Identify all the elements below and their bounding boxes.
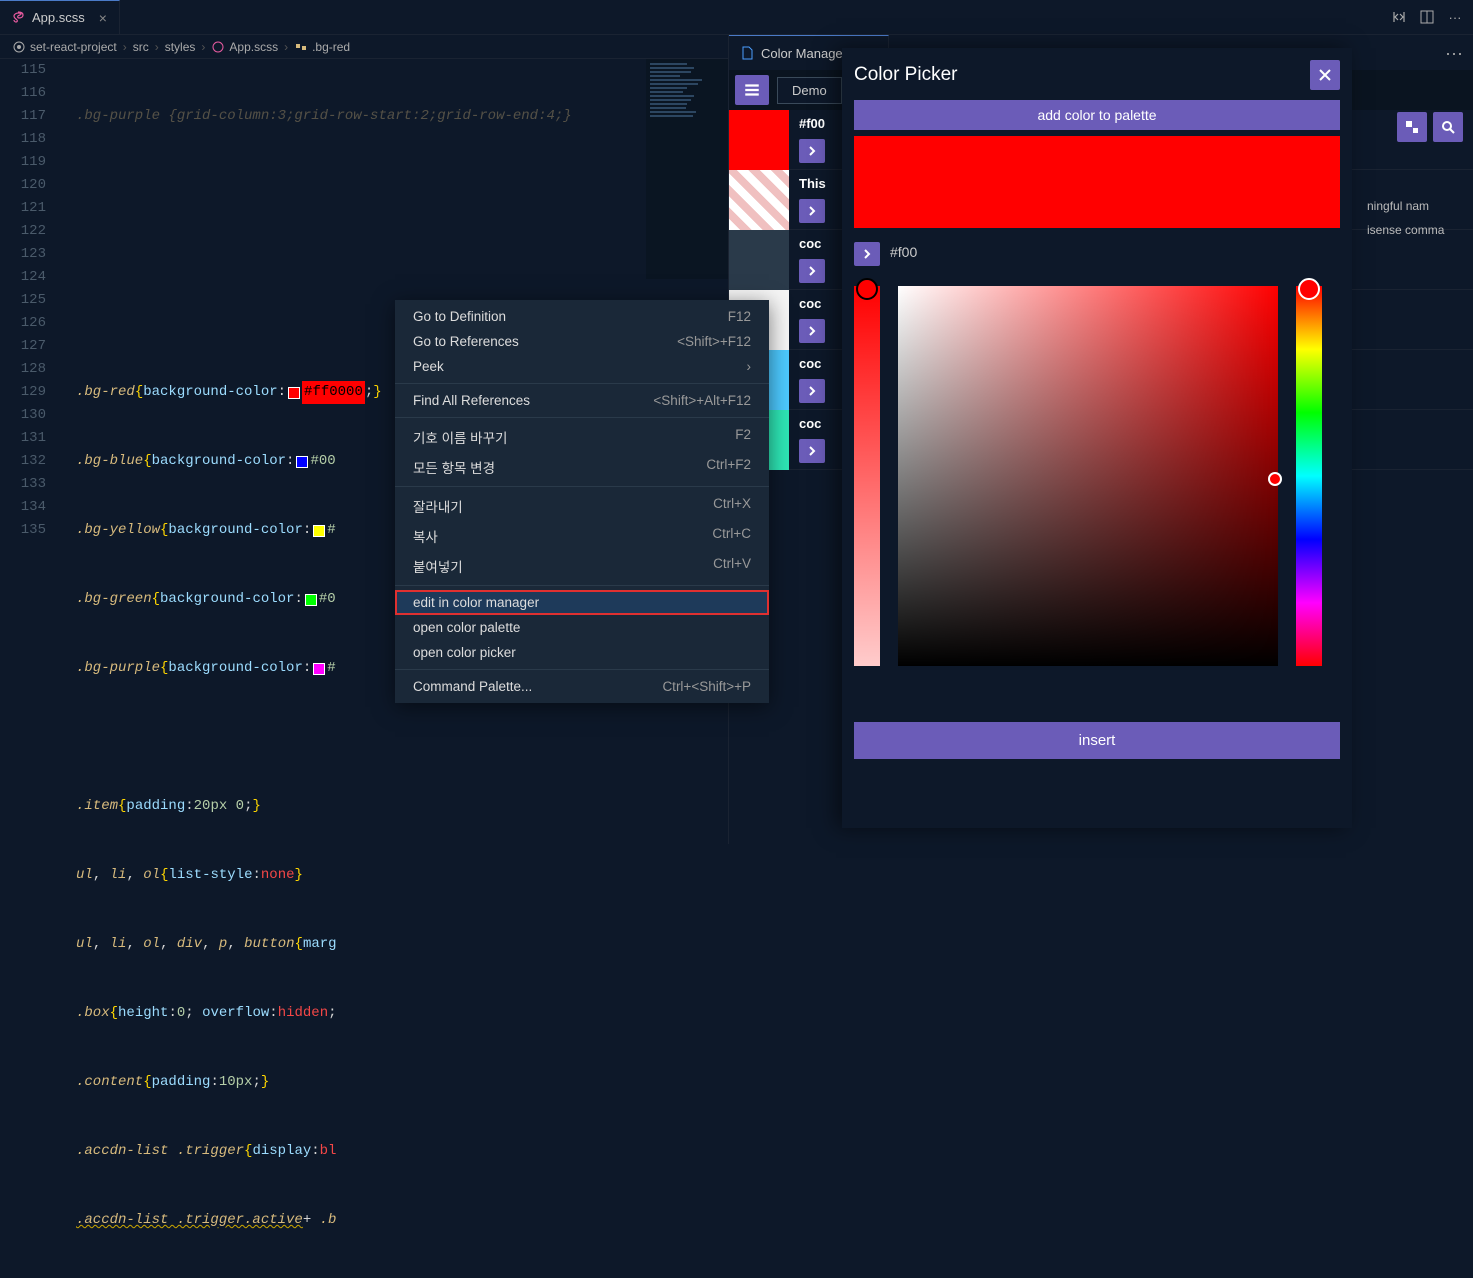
- symbol-icon: [294, 40, 308, 54]
- chevron-right-icon[interactable]: [799, 439, 825, 463]
- menu-copy[interactable]: 복사Ctrl+C: [395, 521, 769, 551]
- add-color-to-palette-button[interactable]: add color to palette: [854, 100, 1340, 130]
- tab-label: App.scss: [32, 10, 85, 25]
- breadcrumb-item[interactable]: .bg-red: [312, 40, 350, 54]
- saturation-value-picker[interactable]: [898, 286, 1278, 666]
- palette-swatch: [729, 170, 789, 230]
- chevron-right-icon: ›: [284, 40, 288, 54]
- close-icon[interactable]: ×: [99, 10, 107, 26]
- menu-go-to-definition[interactable]: Go to DefinitionF12: [395, 304, 769, 329]
- breadcrumb-item[interactable]: App.scss: [229, 40, 278, 54]
- alpha-slider[interactable]: [854, 286, 880, 666]
- code-line: .bg-purple {grid-column:3;grid-row-start…: [56, 105, 572, 128]
- menu-icon[interactable]: [735, 75, 769, 105]
- hex-value: #f00: [890, 244, 917, 260]
- chevron-right-icon: ›: [747, 359, 752, 374]
- menu-go-to-references[interactable]: Go to References<Shift>+F12: [395, 329, 769, 354]
- breadcrumb-root[interactable]: set-react-project: [30, 40, 117, 54]
- editor-tabs: App.scss × ···: [0, 0, 1473, 35]
- breadcrumb-item[interactable]: styles: [165, 40, 196, 54]
- line-gutter: 1151161171181191201211221231241251261271…: [0, 59, 56, 542]
- menu-command-palette[interactable]: Command Palette...Ctrl+<Shift>+P: [395, 674, 769, 699]
- sass-icon: [211, 40, 225, 54]
- search-icon[interactable]: [1433, 112, 1463, 142]
- color-picker-panel: Color Picker add color to palette #f00 i…: [842, 48, 1352, 828]
- menu-find-all-references[interactable]: Find All References<Shift>+Alt+F12: [395, 388, 769, 413]
- compare-icon[interactable]: [1391, 9, 1407, 25]
- demo-button[interactable]: Demo: [777, 77, 842, 104]
- more-icon[interactable]: ···: [1445, 43, 1463, 64]
- minimap[interactable]: [646, 59, 728, 279]
- color-preview: [854, 136, 1340, 228]
- chevron-right-icon: ›: [123, 40, 127, 54]
- palette-swatch: [729, 110, 789, 170]
- layout-icon[interactable]: [1397, 112, 1427, 142]
- chevron-right-icon[interactable]: [854, 242, 880, 266]
- picker-thumb[interactable]: [1268, 472, 1282, 486]
- breadcrumb-item[interactable]: src: [133, 40, 149, 54]
- hue-slider[interactable]: [1296, 286, 1322, 666]
- breadcrumb[interactable]: set-react-project › src › styles › App.s…: [0, 35, 728, 59]
- menu-change-all[interactable]: 모든 항목 변경Ctrl+F2: [395, 452, 769, 482]
- chevron-right-icon[interactable]: [799, 259, 825, 283]
- slider-thumb[interactable]: [856, 278, 878, 300]
- chevron-right-icon[interactable]: [799, 319, 825, 343]
- menu-open-color-palette[interactable]: open color palette: [395, 615, 769, 640]
- split-icon[interactable]: [1419, 9, 1435, 25]
- chevron-right-icon: ›: [155, 40, 159, 54]
- chevron-right-icon[interactable]: [799, 199, 825, 223]
- chevron-right-icon: ›: [201, 40, 205, 54]
- side-info: ningful nam isense comma: [1363, 190, 1473, 246]
- editor-actions: ···: [1381, 0, 1473, 34]
- chevron-right-icon[interactable]: [799, 379, 825, 403]
- editor-pane: set-react-project › src › styles › App.s…: [0, 35, 728, 844]
- menu-peek[interactable]: Peek›: [395, 354, 769, 379]
- sass-icon: [10, 10, 26, 26]
- close-icon[interactable]: [1310, 60, 1340, 90]
- palette-swatch: [729, 230, 789, 290]
- menu-rename-symbol[interactable]: 기호 이름 바꾸기F2: [395, 422, 769, 452]
- file-icon: [739, 45, 755, 61]
- tab-label: Color Manager: [761, 46, 847, 61]
- picker-title: Color Picker: [854, 64, 957, 86]
- more-icon[interactable]: ···: [1447, 9, 1463, 25]
- tab-app-scss[interactable]: App.scss ×: [0, 0, 120, 34]
- insert-button[interactable]: insert: [854, 722, 1340, 759]
- slider-thumb[interactable]: [1298, 278, 1320, 300]
- context-menu: Go to DefinitionF12 Go to References<Shi…: [395, 300, 769, 703]
- chevron-right-icon[interactable]: [799, 139, 825, 163]
- target-icon: [12, 40, 26, 54]
- menu-open-color-picker[interactable]: open color picker: [395, 640, 769, 665]
- menu-edit-in-color-manager[interactable]: edit in color manager: [395, 590, 769, 615]
- menu-cut[interactable]: 잘라내기Ctrl+X: [395, 491, 769, 521]
- menu-paste[interactable]: 붙여넣기Ctrl+V: [395, 551, 769, 581]
